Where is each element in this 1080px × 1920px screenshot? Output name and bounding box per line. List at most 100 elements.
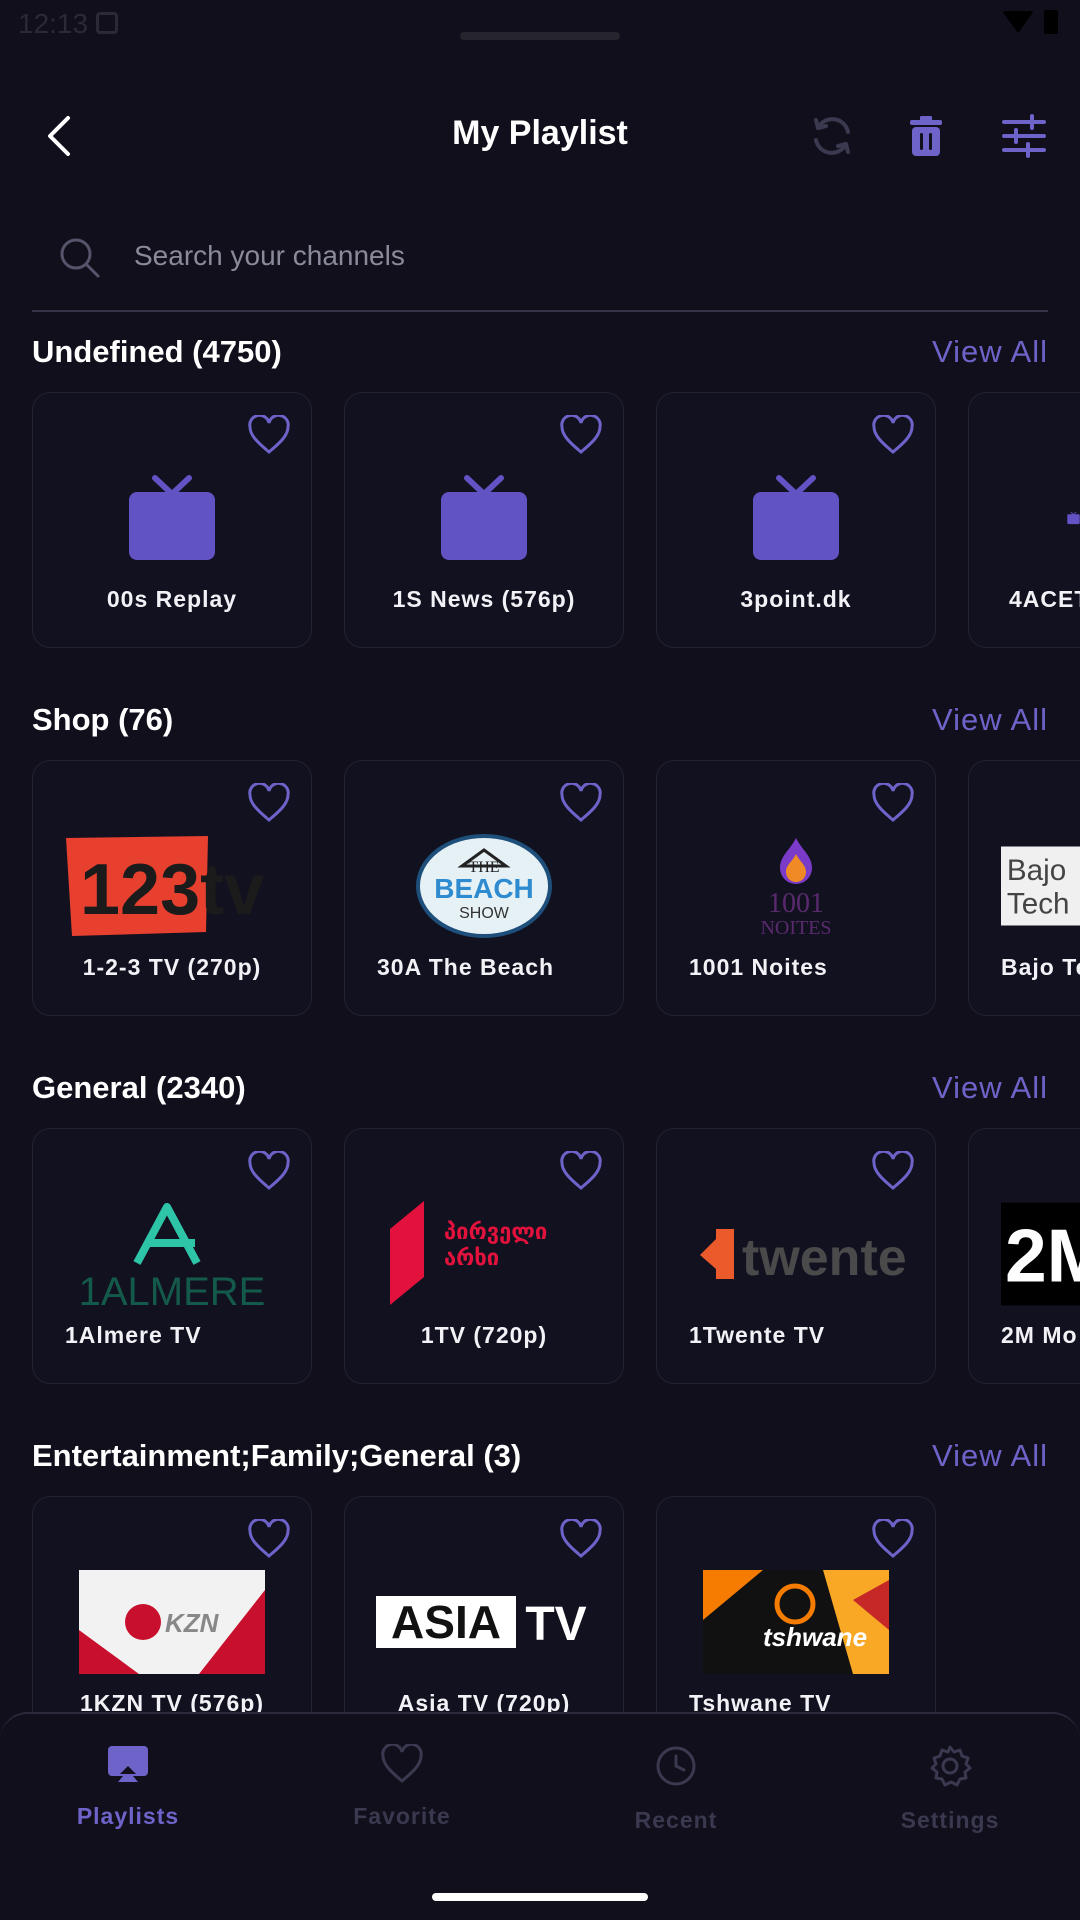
- heart-icon: [381, 1742, 423, 1783]
- channel-card[interactable]: 00s Replay: [32, 392, 312, 648]
- channel-logo: ASIA TV: [345, 1567, 623, 1677]
- channel-card[interactable]: ASIA TV Asia TV (720p): [344, 1496, 624, 1712]
- heart-icon[interactable]: [871, 1519, 915, 1559]
- nav-label: Playlists: [76, 1803, 180, 1829]
- channel-name: 1KZN TV (576p): [80, 1690, 264, 1712]
- channel-logo: პირველი არხი: [345, 1199, 623, 1309]
- channel-card[interactable]: THE BEACH SHOW 30A The Beach: [344, 760, 624, 1016]
- nav-playlists[interactable]: Playlists: [28, 1744, 228, 1830]
- section-title: Undefined (4750): [32, 334, 282, 369]
- view-all-link[interactable]: View All: [932, 1438, 1048, 1474]
- status-time: 12:13: [18, 8, 89, 39]
- view-all-link[interactable]: View All: [932, 702, 1048, 738]
- channel-name: 1001 Noites: [689, 954, 828, 980]
- channel-name: 1TV (720p): [420, 1322, 548, 1348]
- heart-icon[interactable]: [559, 1519, 603, 1559]
- channel-name: 2M Mo: [1001, 1322, 1078, 1348]
- tv-placeholder-icon: [345, 463, 623, 573]
- tv-placeholder-icon: [969, 463, 1080, 573]
- section-shop: Shop (76) View All 123tv 1-2-3 TV (270p)…: [0, 702, 1080, 1022]
- logo-text: 1ALMERE: [79, 1270, 266, 1309]
- channel-name: 3point.dk: [740, 586, 852, 612]
- refresh-button[interactable]: [806, 110, 858, 162]
- nav-favorite[interactable]: Favorite: [302, 1742, 502, 1830]
- view-all-link[interactable]: View All: [932, 1070, 1048, 1106]
- channel-card[interactable]: twente 1Twente TV: [656, 1128, 936, 1384]
- channel-card[interactable]: 1S News (576p): [344, 392, 624, 648]
- channel-name: 1-2-3 TV (270p): [82, 954, 262, 980]
- logo-text: 123tv: [80, 850, 264, 930]
- channel-card[interactable]: 1ALMERE 1Almere TV: [32, 1128, 312, 1384]
- logo-text: 2M: [1005, 1214, 1080, 1298]
- playlist-icon: [108, 1746, 148, 1782]
- search-bar: [32, 222, 1048, 312]
- section-title: General (2340): [32, 1070, 246, 1105]
- trash-icon: [910, 116, 942, 156]
- channel-card[interactable]: 123tv 1-2-3 TV (270p): [32, 760, 312, 1016]
- logo-text: ASIA: [391, 1596, 501, 1648]
- search-icon: [60, 238, 100, 278]
- section-general: General (2340) View All 1ALMERE 1Almere …: [0, 1070, 1080, 1390]
- channel-name: Tshwane TV: [689, 1690, 832, 1712]
- filter-button[interactable]: [998, 110, 1050, 162]
- channel-logo: 1ALMERE: [33, 1199, 311, 1309]
- channel-logo: THE BEACH SHOW: [345, 831, 623, 941]
- heart-icon[interactable]: [559, 1151, 603, 1191]
- nav-recent[interactable]: Recent: [576, 1744, 776, 1834]
- channel-logo: 1001 NOITES: [657, 831, 935, 941]
- channel-card[interactable]: პირველი არხი 1TV (720p): [344, 1128, 624, 1384]
- section-title: Entertainment;Family;General (3): [32, 1438, 522, 1473]
- heart-icon[interactable]: [871, 415, 915, 455]
- notification-icon: [96, 12, 118, 34]
- view-all-link[interactable]: View All: [932, 334, 1048, 370]
- channel-card[interactable]: 3point.dk: [656, 392, 936, 648]
- channel-card[interactable]: 2M 2M Mo: [968, 1128, 1080, 1384]
- channel-logo: tshwane: [657, 1567, 935, 1677]
- channel-logo: Bajo Tech: [969, 831, 1080, 941]
- logo-text: BEACH: [434, 873, 534, 904]
- channel-card[interactable]: 4ACET: [968, 392, 1080, 648]
- section-title: Shop (76): [32, 702, 174, 737]
- logo-text: არხი: [444, 1246, 499, 1271]
- heart-icon[interactable]: [871, 783, 915, 823]
- logo-text: SHOW: [459, 905, 510, 922]
- top-bar: My Playlist: [0, 96, 1080, 176]
- channel-name: 30A The Beach: [377, 954, 555, 980]
- heart-icon[interactable]: [559, 415, 603, 455]
- logo-text: twente: [742, 1229, 906, 1287]
- sliders-icon: [1002, 114, 1046, 158]
- refresh-icon: [814, 117, 850, 155]
- channel-name: 1Twente TV: [689, 1322, 826, 1348]
- heart-icon[interactable]: [247, 1151, 291, 1191]
- search-input[interactable]: [134, 232, 1014, 280]
- channel-logo: 123tv: [33, 831, 311, 941]
- battery-icon: [1044, 10, 1058, 34]
- nav-label: Settings: [900, 1807, 1000, 1833]
- logo-text: Tech: [1007, 888, 1070, 921]
- heart-icon[interactable]: [247, 783, 291, 823]
- channel-logo: 2M: [969, 1199, 1080, 1309]
- channel-card[interactable]: 1001 NOITES 1001 Noites: [656, 760, 936, 1016]
- channel-name: Asia TV (720p): [397, 1690, 571, 1712]
- channel-card[interactable]: tshwane Tshwane TV: [656, 1496, 936, 1712]
- delete-button[interactable]: [900, 110, 952, 162]
- heart-icon[interactable]: [247, 415, 291, 455]
- wifi-icon: [1002, 11, 1034, 33]
- logo-text: პირველი: [444, 1220, 547, 1245]
- section-undefined: Undefined (4750) View All 00s Replay 1S …: [0, 334, 1080, 654]
- channel-name: 1S News (576p): [392, 586, 576, 612]
- logo-text: KZN: [165, 1608, 220, 1638]
- logo-text: NOITES: [760, 917, 831, 939]
- logo-text: 1001: [768, 888, 824, 919]
- nav-label: Favorite: [353, 1803, 451, 1829]
- channel-name: 00s Replay: [106, 586, 238, 612]
- heart-icon[interactable]: [247, 1519, 291, 1559]
- heart-icon[interactable]: [559, 783, 603, 823]
- drag-handle: [460, 32, 620, 40]
- home-indicator[interactable]: [432, 1893, 648, 1901]
- channel-card[interactable]: KZN 1KZN TV (576p): [32, 1496, 312, 1712]
- channel-card[interactable]: Bajo Tech Bajo Te: [968, 760, 1080, 1016]
- nav-settings[interactable]: Settings: [850, 1744, 1050, 1834]
- section-entertainment: Entertainment;Family;General (3) View Al…: [0, 1438, 1080, 1712]
- heart-icon[interactable]: [871, 1151, 915, 1191]
